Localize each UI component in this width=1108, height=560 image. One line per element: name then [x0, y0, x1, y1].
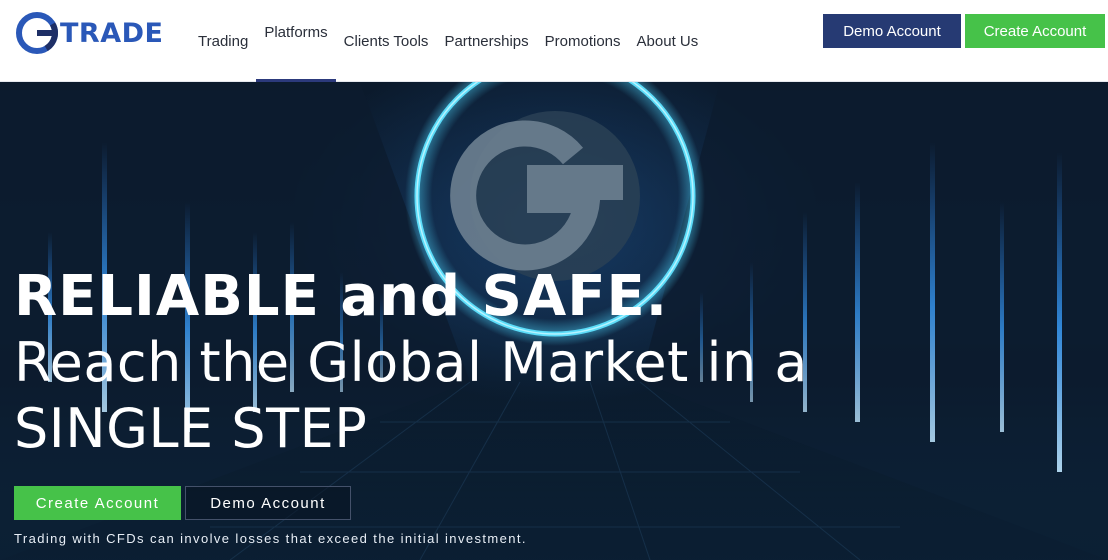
header-create-account-button[interactable]: Create Account [965, 14, 1105, 48]
hero-subline: Reach the Global Market in a SINGLE STEP [14, 331, 808, 460]
site-header: TRADE Trading Platforms Clients Tools Pa… [0, 0, 1108, 82]
hero-demo-account-button[interactable]: Demo Account [185, 486, 351, 520]
risk-disclaimer: Trading with CFDs can involve losses tha… [14, 531, 527, 546]
brand-name: TRADE [60, 17, 164, 49]
hero-headline: RELIABLE and SAFE. [14, 264, 669, 329]
nav-clients-tools[interactable]: Clients Tools [336, 0, 437, 82]
nav-platforms[interactable]: Platforms [256, 0, 337, 82]
main-nav: Trading Platforms Clients Tools Partners… [190, 0, 706, 82]
g-logo-icon [16, 12, 58, 54]
nav-trading[interactable]: Trading [190, 0, 256, 82]
hero-section: RELIABLE and SAFE. Reach the Global Mark… [0, 82, 1108, 560]
nav-partnerships[interactable]: Partnerships [436, 0, 536, 82]
nav-promotions[interactable]: Promotions [537, 0, 629, 82]
hero-create-account-button[interactable]: Create Account [14, 486, 181, 520]
header-demo-account-button[interactable]: Demo Account [823, 14, 961, 48]
nav-about-us[interactable]: About Us [629, 0, 707, 82]
brand-logo[interactable]: TRADE [16, 12, 163, 54]
